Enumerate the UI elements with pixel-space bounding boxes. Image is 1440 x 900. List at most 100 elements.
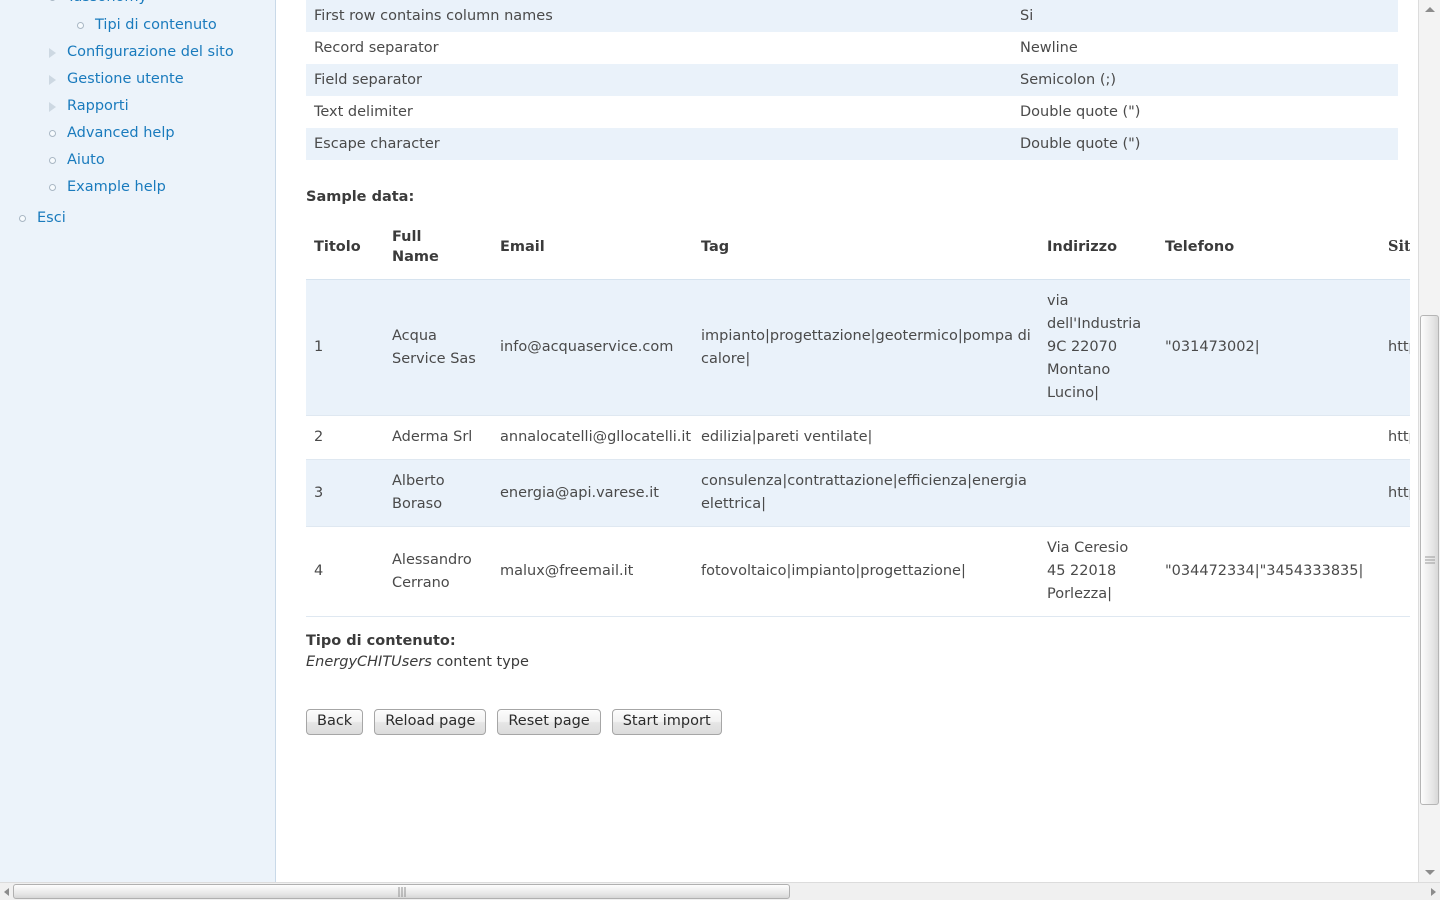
scroll-down-arrow-icon[interactable] <box>1419 864 1440 882</box>
cell-tag: fotovoltaico|impianto|progettazione| <box>693 526 1039 617</box>
cell-full-name: Aderma Srl <box>384 415 492 460</box>
back-button[interactable]: Back <box>306 709 364 735</box>
table-row: 2 Aderma Srl annalocatelli@gllocatelli.i… <box>306 415 1410 460</box>
cell-titolo: 2 <box>306 415 384 460</box>
cell-indirizzo <box>1039 459 1157 527</box>
column-header-indirizzo: Indirizzo <box>1039 219 1157 280</box>
vertical-scrollbar[interactable] <box>1418 0 1440 882</box>
cell-sito: http://www.acqua <box>1380 279 1410 416</box>
cell-sito: http://www.api.va <box>1380 459 1410 527</box>
table-header-row: Titolo Full Name Email Tag Indirizzo Tel… <box>306 219 1410 280</box>
main-content-area: First row contains column names Si Recor… <box>277 0 1410 882</box>
cell-full-name: Alberto Boraso <box>384 459 492 527</box>
table-row: 4 Alessandro Cerrano malux@freemail.it f… <box>306 526 1410 617</box>
scrollbar-grip-icon <box>1424 556 1435 564</box>
scrollbar-grip-icon <box>398 886 405 897</box>
content-type-heading: Tipo di contenuto: <box>306 633 456 649</box>
setting-key: Field separator <box>314 72 423 88</box>
cell-telefono: "031473002| <box>1157 279 1380 416</box>
column-header-telefono: Telefono <box>1157 219 1380 280</box>
column-header-full-name: Full Name <box>384 219 492 280</box>
sidebar-navigation: Tassonomy Tipi di contenuto Configurazio… <box>0 0 276 882</box>
sidebar-item-gestione-utente[interactable]: Gestione utente <box>0 66 275 93</box>
circle-bullet-icon <box>16 210 33 227</box>
content-type-value: EnergyCHITUsers content type <box>306 654 1410 670</box>
cell-email: info@acquaservice.com <box>492 279 693 416</box>
sample-data-heading: Sample data: <box>306 189 415 205</box>
column-header-tag: Tag <box>693 219 1039 280</box>
setting-value: Semicolon (;) <box>1020 72 1117 88</box>
content-right-gutter <box>1410 0 1418 882</box>
column-header-full-name-line2: Name <box>392 249 439 265</box>
content-type-name: EnergyCHITUsers <box>306 654 432 670</box>
cell-indirizzo <box>1039 415 1157 460</box>
cell-telefono: "034472334|"3454333835| <box>1157 526 1380 617</box>
triangle-collapsed-icon[interactable] <box>46 44 63 61</box>
cell-titolo: 4 <box>306 526 384 617</box>
reload-page-button[interactable]: Reload page <box>374 709 487 735</box>
sidebar-item-configurazione-del-sito[interactable]: Configurazione del sito <box>0 39 275 66</box>
setting-key: First row contains column names <box>314 8 553 24</box>
cell-titolo: 3 <box>306 459 384 527</box>
scroll-up-arrow-icon[interactable] <box>1419 0 1440 18</box>
column-header-full-name-line1: Full <box>392 229 422 245</box>
sidebar-item-label: Esci <box>37 210 66 226</box>
cell-sito <box>1380 526 1410 617</box>
page-root: Tassonomy Tipi di contenuto Configurazio… <box>0 0 1440 900</box>
cell-titolo: 1 <box>306 279 384 416</box>
scroll-right-arrow-icon[interactable] <box>1427 883 1440 900</box>
sidebar-item-rapporti[interactable]: Rapporti <box>0 93 275 120</box>
sidebar-item-label: Configurazione del sito <box>67 44 234 60</box>
setting-key: Record separator <box>314 40 439 56</box>
circle-bullet-icon <box>46 179 63 196</box>
reset-page-button[interactable]: Reset page <box>497 709 601 735</box>
cell-telefono <box>1157 415 1380 460</box>
vertical-scrollbar-thumb[interactable] <box>1420 315 1439 805</box>
scroll-left-arrow-icon[interactable] <box>0 883 13 900</box>
circle-bullet-icon <box>46 0 63 6</box>
horizontal-scrollbar-thumb[interactable] <box>13 884 790 899</box>
content-type-suffix: content type <box>431 654 529 670</box>
cell-tag: consulenza|contrattazione|efficienza|ene… <box>693 459 1039 527</box>
setting-key: Text delimiter <box>314 104 413 120</box>
sidebar-item-label: Tipi di contenuto <box>95 17 217 33</box>
horizontal-scrollbar[interactable] <box>0 882 1440 900</box>
cell-tag: edilizia|pareti ventilate| <box>693 415 1039 460</box>
table-row: 3 Alberto Boraso energia@api.varese.it c… <box>306 459 1410 527</box>
sidebar-item-tassonomy-clipped[interactable]: Tassonomy <box>0 0 275 11</box>
cell-indirizzo: Via Ceresio 45 22018 Porlezza| <box>1039 526 1157 617</box>
sample-data-table: Titolo Full Name Email Tag Indirizzo Tel… <box>306 219 1410 617</box>
table-row: Escape character Double quote (") <box>306 128 1398 160</box>
triangle-collapsed-icon[interactable] <box>46 71 63 88</box>
column-header-sito-internet: Sito Internet <box>1380 219 1410 280</box>
setting-value: Double quote (") <box>1020 136 1141 152</box>
table-row: First row contains column names Si <box>306 0 1398 32</box>
sidebar-item-esci[interactable]: Esci <box>0 205 275 232</box>
cell-email: malux@freemail.it <box>492 526 693 617</box>
sidebar-item-advanced-help[interactable]: Advanced help <box>0 120 275 147</box>
column-header-email: Email <box>492 219 693 280</box>
setting-value: Double quote (") <box>1020 104 1141 120</box>
sidebar-item-aiuto[interactable]: Aiuto <box>0 147 275 174</box>
start-import-button[interactable]: Start import <box>611 709 722 735</box>
table-row: Field separator Semicolon (;) <box>306 64 1398 96</box>
setting-value: Si <box>1020 8 1034 24</box>
sidebar-item-label: Example help <box>67 179 166 195</box>
triangle-collapsed-icon[interactable] <box>46 98 63 115</box>
cell-full-name: Acqua Service Sas <box>384 279 492 416</box>
setting-key: Escape character <box>314 136 440 152</box>
cell-email: annalocatelli@gllocatelli.it <box>492 415 693 460</box>
cell-tag: impianto|progettazione|geotermico|pompa … <box>693 279 1039 416</box>
sidebar-item-example-help[interactable]: Example help <box>0 174 275 201</box>
cell-full-name: Alessandro Cerrano <box>384 526 492 617</box>
circle-bullet-icon <box>46 125 63 142</box>
sidebar-item-label: Rapporti <box>67 98 129 114</box>
table-row: Text delimiter Double quote (") <box>306 96 1398 128</box>
setting-value: Newline <box>1020 40 1078 56</box>
sidebar-item-tipi-di-contenuto[interactable]: Tipi di contenuto <box>0 12 275 39</box>
cell-email: energia@api.varese.it <box>492 459 693 527</box>
sidebar-item-label: Advanced help <box>67 125 175 141</box>
cell-telefono <box>1157 459 1380 527</box>
table-row: Record separator Newline <box>306 32 1398 64</box>
sidebar-item-label: Aiuto <box>67 152 105 168</box>
